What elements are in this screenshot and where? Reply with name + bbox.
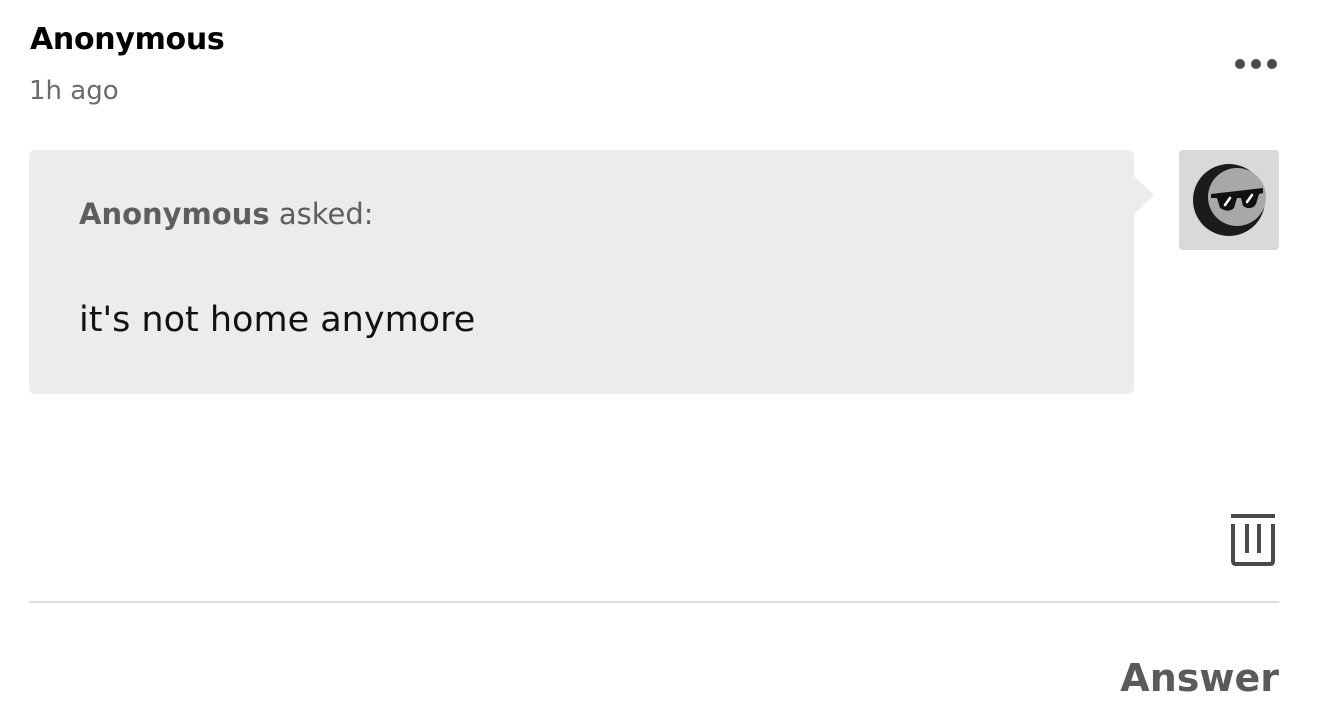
- post-author[interactable]: Anonymous: [30, 20, 225, 60]
- delete-button[interactable]: [1224, 508, 1282, 570]
- post-timestamp[interactable]: 1h ago: [29, 71, 119, 111]
- divider: [29, 601, 1279, 603]
- bubble-tail: [1134, 176, 1154, 214]
- answer-button[interactable]: Answer: [1120, 652, 1279, 704]
- asker-line: Anonymous asked:: [79, 194, 374, 234]
- more-options-button[interactable]: [1224, 44, 1284, 84]
- trash-icon: [1231, 514, 1275, 566]
- question-text: it's not home anymore: [79, 300, 476, 340]
- anonymous-sunglasses-avatar-icon: [1193, 164, 1266, 236]
- more-horizontal-icon: [1235, 59, 1277, 69]
- ask-bubble: Anonymous asked: it's not home anymore: [29, 150, 1134, 394]
- avatar[interactable]: [1179, 150, 1279, 250]
- asked-label: asked:: [269, 197, 374, 231]
- asker-name: Anonymous: [79, 197, 270, 231]
